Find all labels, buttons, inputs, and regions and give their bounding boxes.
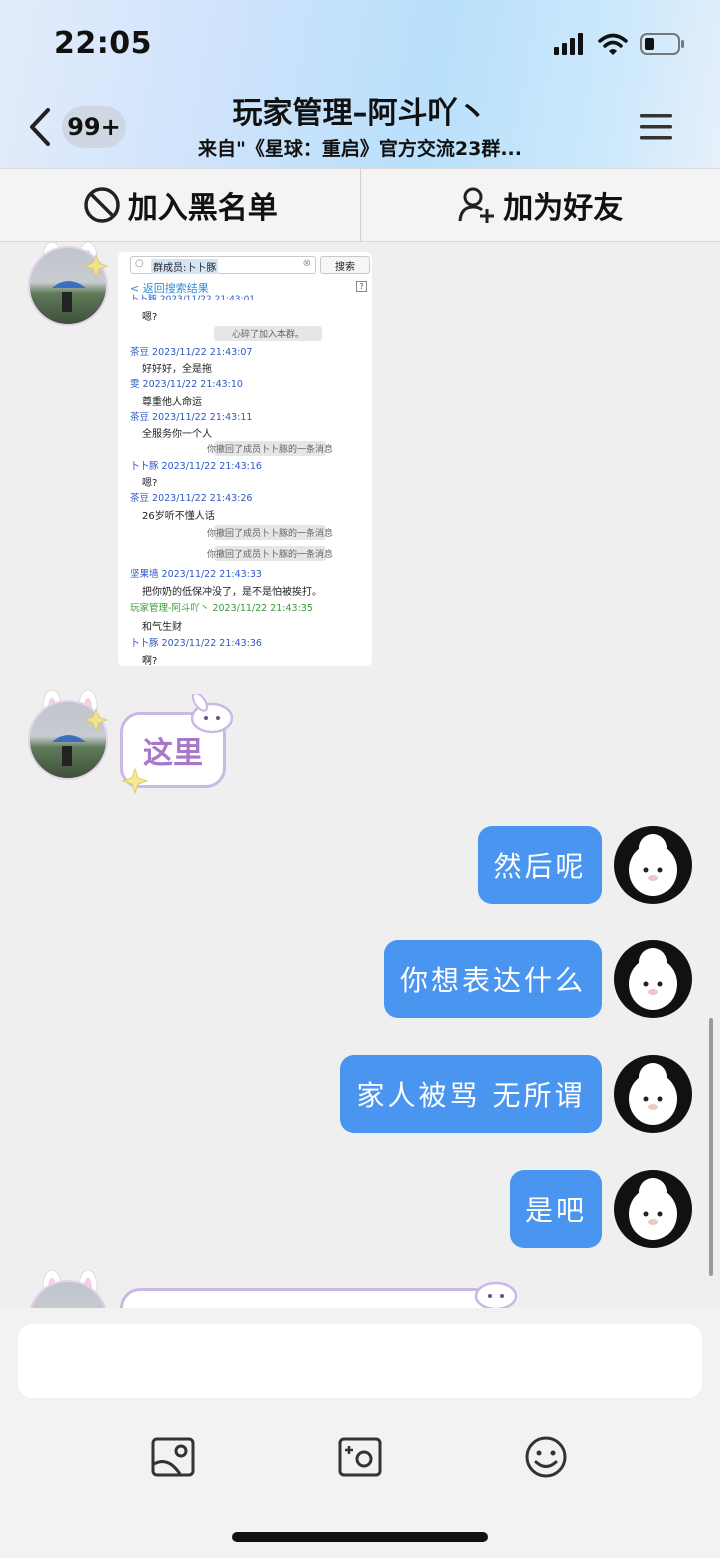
screenshot-text-line: 26岁听不懂人话: [142, 511, 215, 522]
message-bubble[interactable]: 家人被骂 无所谓: [340, 1055, 602, 1133]
screenshot-name-line: 卜卜豚 2023/11/22 21:43:36: [130, 638, 262, 649]
star-icon: [84, 254, 108, 278]
message-text: 是吧: [524, 1194, 587, 1227]
screenshot-system-line: 你撤回了成员卜卜豚的一条消息: [207, 525, 333, 540]
screenshot-text-line: 好好好，全是拖: [142, 364, 212, 375]
menu-icon[interactable]: [640, 112, 672, 142]
message-bubble[interactable]: 是吧: [510, 1170, 602, 1248]
screenshot-text-line: 把你奶的低保冲没了，是不是怕被挨打。: [142, 587, 322, 598]
screenshot-system-line: 你撤回了成员卜卜豚的一条消息: [207, 441, 333, 456]
wifi-icon: [598, 33, 628, 55]
screenshot-text-line: 啊?: [142, 656, 158, 666]
camera-icon[interactable]: [337, 1434, 383, 1480]
emoji-icon[interactable]: [523, 1434, 569, 1480]
status-icons: [554, 32, 686, 56]
screenshot-name-line: 玩家管理-阿斗吖丶 2023/11/22 21:43:35: [130, 603, 313, 614]
screenshot-name-line: 雯 2023/11/22 21:43:10: [130, 379, 243, 390]
battery-icon: [640, 33, 684, 55]
bunny-sticker-icon: [190, 694, 234, 734]
my-avatar[interactable]: [614, 826, 692, 904]
input-area: [0, 1308, 720, 1558]
chat-area[interactable]: ○ 群成员:卜卜豚 ⊗ 搜索 < 返回搜索结果 ? 卜卜豚 2023/11/22…: [0, 242, 720, 1308]
chat-subtitle: 来自"《星球：重启》官方交流23群...: [198, 138, 522, 160]
screenshot-text-line: 嗯?: [142, 312, 158, 323]
message-text: 你想表达什么: [399, 964, 586, 997]
screenshot-search-box: ○ 群成员:卜卜豚 ⊗: [130, 256, 316, 274]
my-avatar[interactable]: [614, 1055, 692, 1133]
screenshot-system-line: 你撤回了成员卜卜豚的一条消息: [207, 546, 333, 561]
signal-icon: [554, 33, 583, 55]
my-avatar[interactable]: [614, 1170, 692, 1248]
home-indicator[interactable]: [232, 1532, 488, 1542]
screenshot-text-line: 和气生财: [142, 622, 182, 633]
alpaca-icon: [629, 1063, 677, 1125]
screenshot-text-line: 尊重他人命运: [142, 397, 202, 408]
action-bar: 加入黑名单 加为好友: [0, 168, 720, 242]
sparkle-icon: [121, 767, 149, 795]
alpaca-icon: [629, 948, 677, 1010]
image-icon[interactable]: [150, 1434, 196, 1480]
add-user-icon: [458, 187, 495, 223]
alpaca-icon: [629, 1178, 677, 1240]
message-text: 然后呢: [493, 850, 587, 883]
screenshot-system-line: 心碎了加入本群。: [214, 326, 322, 341]
block-icon: [84, 187, 120, 223]
screenshot-text-line: 嗯?: [142, 478, 158, 489]
add-friend-label: 加为好友: [503, 191, 624, 226]
screenshot-name-line: 卜卜豚 2023/11/22 21:43:16: [130, 461, 262, 472]
message-bubble[interactable]: 然后呢: [478, 826, 602, 904]
blacklist-label: 加入黑名单: [127, 191, 278, 226]
sticker-text: 这里: [143, 736, 203, 771]
add-friend-button[interactable]: 加为好友: [359, 169, 720, 241]
my-avatar[interactable]: [614, 940, 692, 1018]
message-input[interactable]: [18, 1324, 702, 1398]
alpaca-icon: [629, 834, 677, 896]
scrollbar[interactable]: [709, 1018, 713, 1276]
screenshot-text-line: 全服务你一个人: [142, 429, 212, 440]
screenshot-name-line: 坚果墙 2023/11/22 21:43:33: [130, 569, 262, 580]
screenshot-name-line: 茶豆 2023/11/22 21:43:11: [130, 412, 253, 423]
screenshot-search-button: 搜索: [320, 256, 370, 274]
bunny-sticker-icon: [474, 1281, 518, 1308]
star-icon: [84, 708, 108, 732]
message-bubble[interactable]: 你想表达什么: [384, 940, 602, 1018]
chat-title: 玩家管理–阿斗吖丶: [232, 96, 488, 131]
screenshot-name-line: 茶豆 2023/11/22 21:43:26: [130, 493, 253, 504]
sticker-bubble-partial[interactable]: [120, 1288, 500, 1308]
message-text: 家人被骂 无所谓: [356, 1079, 586, 1112]
screenshot-name-line: 卜卜豚 2023/11/22 21:43:01: [130, 295, 256, 300]
screenshot-image[interactable]: ○ 群成员:卜卜豚 ⊗ 搜索 < 返回搜索结果 ? 卜卜豚 2023/11/22…: [118, 252, 372, 666]
screenshot-name-line: 茶豆 2023/11/22 21:43:07: [130, 347, 253, 358]
screenshot-search-text: 群成员:卜卜豚: [151, 259, 219, 274]
status-time: 22:05: [54, 26, 152, 61]
blacklist-button[interactable]: 加入黑名单: [0, 169, 360, 241]
